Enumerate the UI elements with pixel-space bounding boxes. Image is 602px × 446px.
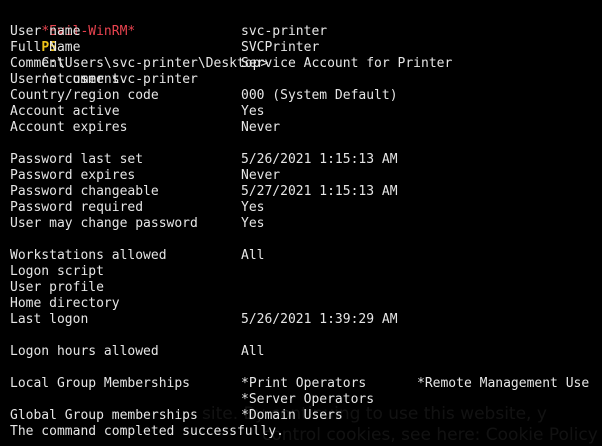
row-label: Password changeable <box>10 184 159 199</box>
row-value: 5/27/2021 1:15:13 AM <box>241 184 398 199</box>
row-label: User may change password <box>10 216 198 231</box>
output-row <box>10 136 602 152</box>
row-label: Logon script <box>10 264 104 279</box>
row-label: User profile <box>10 280 104 295</box>
row-label: Country/region code <box>10 88 159 103</box>
row-value: Never <box>241 168 281 183</box>
output-row: Logon hours allowed All <box>10 344 602 360</box>
output-row: Password required Yes <box>10 200 602 216</box>
row-label: Workstations allowed <box>10 248 167 263</box>
row-value: SVCPrinter <box>241 40 320 55</box>
output-row: Comment Service Account for Printer <box>10 56 602 72</box>
terminal-window[interactable]: *Evil-WinRM* PS C:\Users\svc-printer\Des… <box>0 0 602 446</box>
output-row: Account active Yes <box>10 104 602 120</box>
output-row: User may change password Yes <box>10 216 602 232</box>
row-value: Service Account for Printer <box>241 56 453 71</box>
row-label: User's comment <box>10 72 120 87</box>
output-row <box>10 328 602 344</box>
row-value: 5/26/2021 1:39:29 AM <box>241 312 398 327</box>
output-row: Full Name SVCPrinter <box>10 40 602 56</box>
row-label: Local Group Memberships <box>10 376 191 391</box>
output-rows: User name svc-printer Full Name SVCPrinter C… <box>10 24 602 424</box>
output-row: Password expires Never <box>10 168 602 184</box>
row-value: *Print Operators <box>241 376 367 391</box>
output-row: User profile <box>10 280 602 296</box>
cookie-banner-text-2: control cookies, see here: Cookie Policy <box>262 425 598 445</box>
output-row: Country/region code 000 (System Default) <box>10 88 602 104</box>
cookie-banner-overlay: site. By continuing to use this website,… <box>0 400 602 446</box>
row-value: Yes <box>241 104 265 119</box>
output-row: User name svc-printer <box>10 24 602 40</box>
row-value: All <box>241 248 265 263</box>
row-value: 5/26/2021 1:15:13 AM <box>241 152 398 167</box>
row-value-secondary: *Remote Management Use <box>417 376 590 391</box>
cookie-banner-text-1: site. By continuing to use this website,… <box>202 404 547 424</box>
row-label: Comment <box>10 56 65 71</box>
row-label: Logon hours allowed <box>10 344 159 359</box>
output-row: Password changeable 5/27/2021 1:15:13 AM <box>10 184 602 200</box>
row-label: Password expires <box>10 168 136 183</box>
row-value: Yes <box>241 200 265 215</box>
row-label: Account active <box>10 104 120 119</box>
row-label: Password required <box>10 200 144 215</box>
row-value: 000 (System Default) <box>241 88 398 103</box>
output-row: Local Group Memberships *Print Operators *… <box>10 376 602 392</box>
output-row <box>10 232 602 248</box>
row-label: Full Name <box>10 40 81 55</box>
output-row: Home directory <box>10 296 602 312</box>
output-row: Password last set 5/26/2021 1:15:13 AM <box>10 152 602 168</box>
output-row: Last logon 5/26/2021 1:39:29 AM <box>10 312 602 328</box>
output-row: Workstations allowed All <box>10 248 602 264</box>
row-value: Yes <box>241 216 265 231</box>
row-label: Account expires <box>10 120 128 135</box>
row-value: Never <box>241 120 281 135</box>
output-row: User's comment <box>10 72 602 88</box>
row-label: Last logon <box>10 312 89 327</box>
output-row: Account expires Never <box>10 120 602 136</box>
output-row <box>10 360 602 376</box>
row-label: Home directory <box>10 296 120 311</box>
prompt-line: *Evil-WinRM* PS C:\Users\svc-printer\Des… <box>10 8 602 87</box>
row-label: User name <box>10 24 81 39</box>
row-label: Password last set <box>10 152 144 167</box>
row-value: svc-printer <box>241 24 328 39</box>
row-value: All <box>241 344 265 359</box>
output-row: Logon script <box>10 264 602 280</box>
